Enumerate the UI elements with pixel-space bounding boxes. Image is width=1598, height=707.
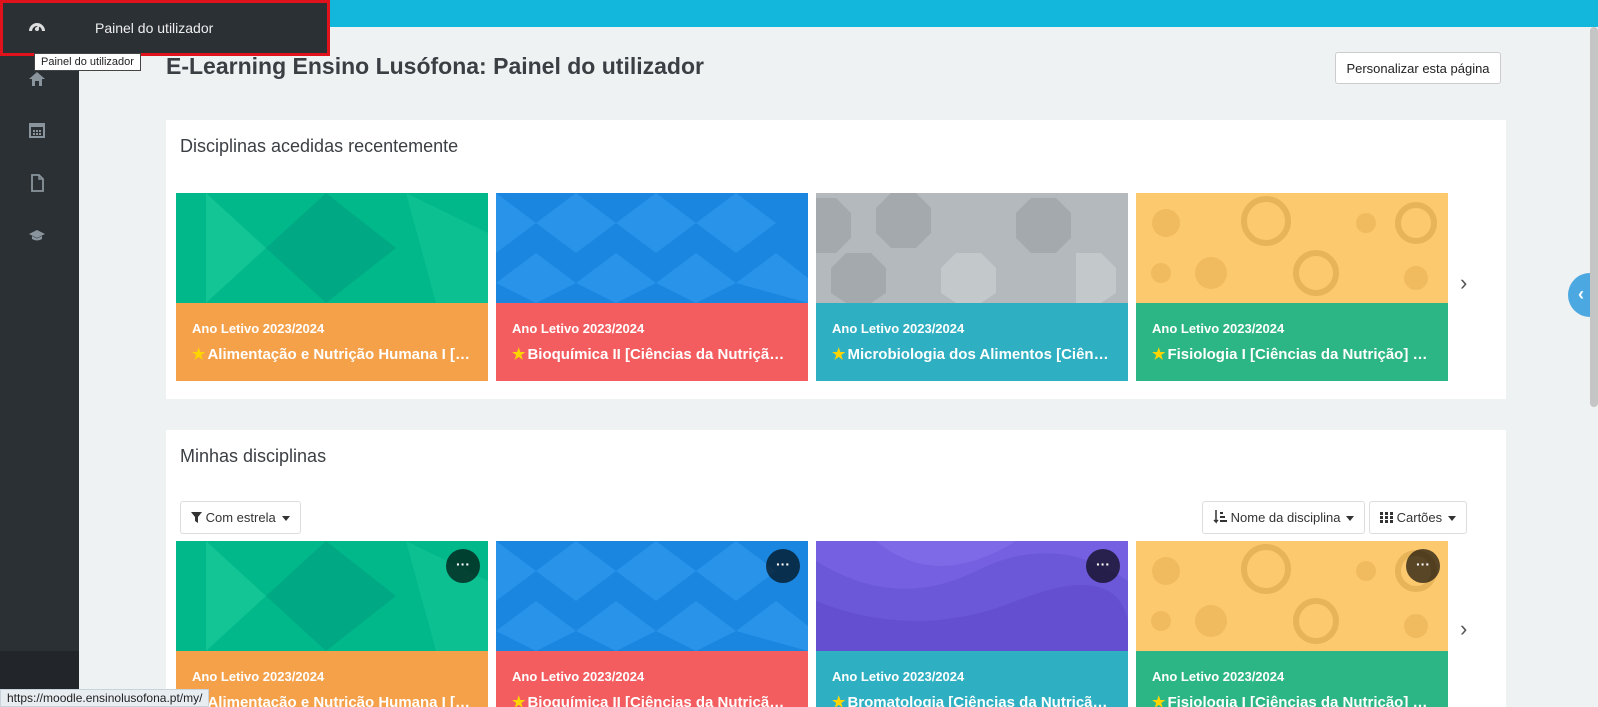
- course-card-body: Ano Letivo 2023/2024 ★ Fisiologia I [Ciên…: [1136, 651, 1448, 707]
- recent-courses-title: Disciplinas acedidas recentemente: [180, 136, 459, 156]
- course-card-body: Ano Letivo 2023/2024 ★Alimentação e Nutr…: [176, 303, 488, 381]
- scrollbar[interactable]: [1590, 27, 1598, 407]
- caret-down-icon: [1448, 516, 1457, 522]
- course-year: Ano Letivo 2023/2024: [832, 669, 965, 684]
- star-icon: ★: [192, 346, 206, 363]
- star-icon: ★: [832, 346, 846, 363]
- file-icon[interactable]: [28, 174, 46, 192]
- course-card-body: Ano Letivo 2023/2024 ★ Bioquímica II [Ciê…: [496, 303, 808, 381]
- star-icon: ★: [512, 694, 526, 707]
- course-name[interactable]: ★Bioquímica II [Ciências da Nutrição] - …: [512, 345, 792, 363]
- course-image: ···: [176, 541, 488, 651]
- course-image: ···: [496, 541, 808, 651]
- course-image: [816, 193, 1128, 303]
- course-name[interactable]: ★ Fisiologia I [Ciências da Nutrição] - 2…: [1152, 693, 1432, 707]
- course-year: Ano Letivo 2023/2024: [192, 321, 325, 336]
- course-card-body: Ano Letivo 2023/2024 ★ Microbiologia dos …: [816, 303, 1128, 381]
- main-content: E-Learning Ensino Lusófona: Painel do ut…: [79, 27, 1598, 707]
- course-card[interactable]: ··· Ano Letivo 2023/2024 ★ Bromatologia […: [816, 541, 1128, 707]
- course-card[interactable]: Ano Letivo 2023/2024 ★ Microbiologia dos …: [816, 193, 1128, 381]
- dashboard-icon: [29, 23, 45, 31]
- course-year: Ano Letivo 2023/2024: [832, 321, 965, 336]
- course-name[interactable]: ★Bioquímica II [Ciências da Nutrição] - …: [512, 693, 792, 707]
- course-name[interactable]: ★Microbiologia dos Alimentos [Ciências d…: [832, 345, 1112, 363]
- course-card[interactable]: Ano Letivo 2023/2024 ★ Fisiologia I [Ciên…: [1136, 193, 1448, 381]
- chevron-left-icon: ‹: [1578, 284, 1584, 304]
- page-title: E-Learning Ensino Lusófona: Painel do ut…: [166, 53, 704, 79]
- calendar-icon[interactable]: [28, 121, 46, 139]
- course-card-body: Ano Letivo 2023/2024 ★ Fisiologia I [Ciên…: [1136, 303, 1448, 381]
- filter-dropdown[interactable]: Com estrela: [180, 501, 301, 534]
- chevron-right-icon[interactable]: ›: [1460, 270, 1467, 296]
- course-image: [176, 193, 488, 303]
- star-icon: ★: [832, 694, 846, 707]
- course-name[interactable]: ★ Fisiologia I [Ciências da Nutrição] - 2…: [1152, 345, 1432, 363]
- course-card-body: Ano Letivo 2023/2024 ★Alimentação e Nutr…: [176, 651, 488, 707]
- home-icon[interactable]: [28, 70, 46, 88]
- star-icon: ★: [1152, 694, 1166, 707]
- course-card-body: Ano Letivo 2023/2024 ★ Bioquímica II [Ciê…: [496, 651, 808, 707]
- course-card[interactable]: Ano Letivo 2023/2024 ★ Alimentação e Nutr…: [176, 193, 488, 381]
- course-image: ···: [816, 541, 1128, 651]
- more-options-button[interactable]: ···: [1406, 549, 1440, 583]
- course-year: Ano Letivo 2023/2024: [1152, 669, 1285, 684]
- graduation-cap-icon[interactable]: [28, 226, 46, 244]
- more-options-button[interactable]: ···: [766, 549, 800, 583]
- course-card[interactable]: ··· Ano Letivo 2023/2024 ★ Fisiologia I […: [1136, 541, 1448, 707]
- course-card[interactable]: ··· Ano Letivo 2023/2024 ★Alimentação e …: [176, 541, 488, 707]
- view-dropdown[interactable]: Cartões: [1369, 501, 1468, 534]
- customize-page-button[interactable]: Personalizar esta página: [1335, 52, 1501, 84]
- star-icon: ★: [1152, 346, 1166, 363]
- course-image: ···: [1136, 541, 1448, 651]
- more-options-button[interactable]: ···: [446, 549, 480, 583]
- sort-icon: [1213, 510, 1227, 524]
- course-image: [496, 193, 808, 303]
- course-year: Ano Letivo 2023/2024: [512, 321, 645, 336]
- my-courses-title: Minhas disciplinas: [180, 446, 327, 466]
- course-name[interactable]: ★Bromatologia [Ciências da Nutrição] - 2…: [832, 693, 1112, 707]
- course-year: Ano Letivo 2023/2024: [192, 669, 325, 684]
- star-icon: ★: [512, 346, 526, 363]
- sidebar: [0, 56, 79, 707]
- course-name[interactable]: ★Alimentação e Nutrição Humana I [Ciênci…: [192, 693, 472, 707]
- more-options-button[interactable]: ···: [1086, 549, 1120, 583]
- course-card-body: Ano Letivo 2023/2024 ★ Bromatologia [Ciên…: [816, 651, 1128, 707]
- course-year: Ano Letivo 2023/2024: [512, 669, 645, 684]
- chevron-right-icon[interactable]: ›: [1460, 616, 1467, 642]
- course-image: [1136, 193, 1448, 303]
- course-year: Ano Letivo 2023/2024: [1152, 321, 1285, 336]
- tooltip: Painel do utilizador: [34, 53, 141, 71]
- my-courses-panel: Minhas disciplinas Com estrela Nome da d…: [166, 430, 1506, 707]
- recent-courses-panel: Disciplinas acedidas recentemente Ano Le…: [166, 120, 1506, 399]
- caret-down-icon: [281, 516, 290, 522]
- course-card[interactable]: ··· Ano Letivo 2023/2024 ★ Bioquímica II …: [496, 541, 808, 707]
- course-card[interactable]: Ano Letivo 2023/2024 ★ Bioquímica II [Ciê…: [496, 193, 808, 381]
- course-name[interactable]: ★Alimentação e Nutrição Humana I [Ciênci…: [192, 345, 472, 363]
- caret-down-icon: [1346, 516, 1355, 522]
- sort-dropdown[interactable]: Nome da disciplina: [1202, 501, 1366, 534]
- grid-icon: [1380, 512, 1393, 523]
- status-bar-url: https://moodle.ensinolusofona.pt/my/: [0, 689, 210, 707]
- filter-icon: [191, 512, 202, 523]
